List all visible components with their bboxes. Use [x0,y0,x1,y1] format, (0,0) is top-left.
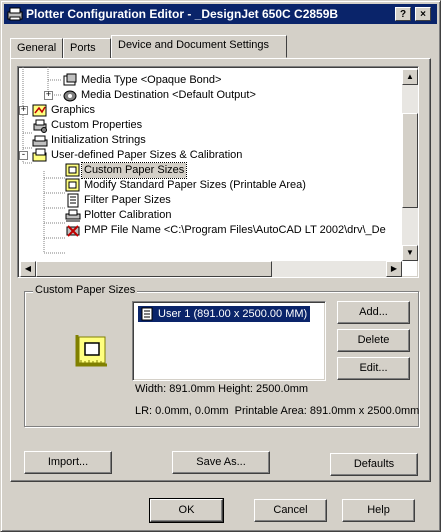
import-button[interactable]: Import... [24,451,112,474]
delete-paper-size-button[interactable]: Delete [337,329,410,352]
tree-item-media-type-label: Media Type <Opaque Bond> [81,74,222,86]
tree-item-pmp-file-name[interactable]: PMP File Name <C:\Program Files\AutoCAD … [18,223,402,238]
media-destination-icon [63,90,77,102]
tree-item-custom-properties-label: Custom Properties [51,119,143,131]
help-button[interactable]: Help [342,499,415,522]
scroll-up-button[interactable]: ▲ [402,69,418,85]
close-title-button[interactable]: × [415,7,431,21]
tree-vertical-scrollbar[interactable]: ▲ ▼ [402,69,418,261]
tree-item-custom-paper-sizes[interactable]: Custom Paper Sizes [18,162,398,179]
custom-paper-sizes-group-title: Custom Paper Sizes [33,284,138,296]
graphics-icon [32,104,47,117]
tab-ports-label: Ports [70,42,96,54]
tree-item-initialization-strings[interactable]: Initialization Strings [18,133,398,148]
expand-media-destination[interactable]: + [44,91,53,100]
scroll-right-button[interactable]: ▶ [386,261,402,277]
modify-paper-sizes-icon [65,178,80,192]
defaults-button[interactable]: Defaults [330,453,418,476]
tree-item-modify-standard-paper-sizes[interactable]: Modify Standard Paper Sizes (Printable A… [18,178,398,193]
paper-size-item-label: User 1 (891.00 x 2500.00 MM) [158,308,308,320]
horizontal-scroll-thumb[interactable] [36,261,272,277]
settings-tree[interactable]: Media Type <Opaque Bond> + Media Destina… [17,66,419,278]
title-bar[interactable]: Plotter Configuration Editor - _DesignJe… [4,4,437,24]
expand-graphics[interactable]: + [19,106,28,115]
tree-item-plotter-calibration-label: Plotter Calibration [84,209,172,221]
paper-size-list-item[interactable]: User 1 (891.00 x 2500.00 MM) [138,306,311,322]
paper-sizes-folder-icon [32,148,47,162]
tab-device-document-settings-label: Device and Document Settings [118,39,270,51]
tree-item-custom-properties[interactable]: Custom Properties [18,118,398,133]
tree-item-custom-paper-sizes-label: Custom Paper Sizes [80,162,188,179]
cancel-button[interactable]: Cancel [254,499,327,522]
tab-general-label: General [17,42,57,54]
tab-general[interactable]: General [10,38,63,58]
vertical-scroll-thumb[interactable] [402,113,418,208]
custom-paper-sizes-list[interactable]: User 1 (891.00 x 2500.00 MM) [132,301,326,381]
tree-item-filter-paper-sizes-label: Filter Paper Sizes [84,194,171,206]
tree-item-initialization-strings-label: Initialization Strings [51,134,146,146]
tab-ports[interactable]: Ports [63,38,111,58]
paper-size-item-icon [141,307,153,321]
help-title-button[interactable]: ? [395,7,411,21]
initialization-strings-icon [32,135,48,147]
media-type-icon [63,73,77,86]
plotter-calibration-icon [65,209,81,222]
custom-paper-sizes-icon [65,163,80,177]
tree-item-media-destination[interactable]: + Media Destination <Default Output> [18,88,398,103]
window-title: Plotter Configuration Editor - _DesignJe… [26,7,339,21]
filter-paper-sizes-icon [67,193,79,208]
ok-button[interactable]: OK [149,498,224,523]
plotter-app-icon [7,7,23,21]
tree-item-plotter-calibration[interactable]: Plotter Calibration [18,208,398,223]
collapse-user-defined-paper-sizes[interactable]: - [19,151,28,160]
tree-item-user-defined-paper-sizes-label: User-defined Paper Sizes & Calibration [51,149,243,161]
tree-item-user-defined-paper-sizes[interactable]: - User-defined Paper Sizes & Calibration [18,148,398,163]
tab-device-document-settings[interactable]: Device and Document Settings [111,35,287,58]
tree-horizontal-scrollbar[interactable]: ◀ ▶ [20,261,402,277]
custom-paper-size-icon [75,335,107,367]
tree-item-filter-paper-sizes[interactable]: Filter Paper Sizes [18,193,398,208]
tree-item-graphics-label: Graphics [51,104,96,116]
add-paper-size-button[interactable]: Add... [337,301,410,324]
scroll-left-button[interactable]: ◀ [20,261,36,277]
save-as-button[interactable]: Save As... [172,451,270,474]
tree-item-graphics[interactable]: + Graphics [18,103,398,118]
tree-item-media-destination-label: Media Destination <Default Output> [81,89,256,101]
edit-paper-size-button[interactable]: Edit... [337,357,410,380]
custom-properties-icon [33,119,47,133]
printable-area-text: LR: 0.0mm, 0.0mm Printable Area: 891.0mm… [135,405,420,417]
tree-item-media-type[interactable]: Media Type <Opaque Bond> [18,73,398,88]
tree-item-modify-standard-paper-sizes-label: Modify Standard Paper Sizes (Printable A… [84,179,306,191]
pmp-file-icon [66,225,80,237]
plotter-config-dialog: Plotter Configuration Editor - _DesignJe… [0,0,441,532]
scroll-down-button[interactable]: ▼ [402,245,418,261]
paper-size-dimensions-text: Width: 891.0mm Height: 2500.0mm [135,383,309,395]
tree-item-pmp-file-name-label: PMP File Name <C:\Program Files\AutoCAD … [84,224,386,236]
